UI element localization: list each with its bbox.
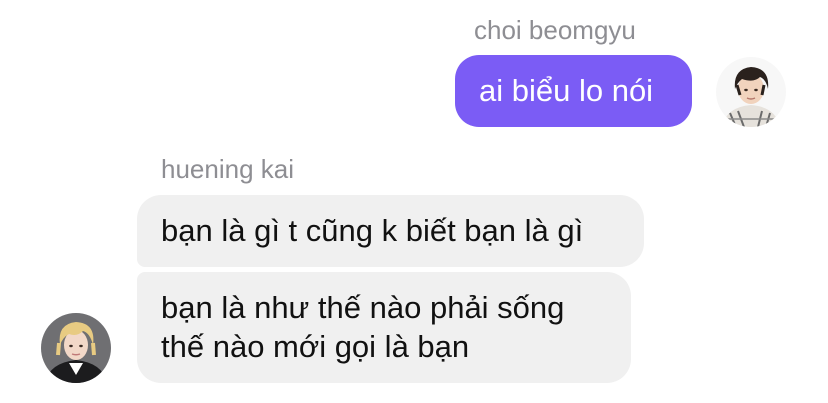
beomgyu-avatar-icon[interactable] [716, 57, 786, 127]
outgoing-message-text: ai biểu lo nói [479, 73, 654, 108]
hueningkai-avatar-icon[interactable] [41, 313, 111, 383]
incoming-message-text: bạn là gì t cũng k biết bạn là gì [161, 213, 584, 248]
outgoing-message-bubble[interactable]: ai biểu lo nói [455, 55, 692, 127]
incoming-sender-name: huening kai [161, 154, 294, 184]
chat-screen: { "outgoing": { "sender_name": "choi beo… [0, 0, 828, 403]
outgoing-sender-name: choi beomgyu [474, 15, 636, 45]
incoming-message-line: thế nào mới gọi là bạn [161, 329, 470, 364]
incoming-message-line: bạn là như thế nào phải sống [161, 290, 565, 325]
incoming-message-bubble[interactable]: bạn là gì t cũng k biết bạn là gì [137, 195, 644, 267]
incoming-message-bubble[interactable]: bạn là như thế nào phải sống thế nào mới… [137, 272, 631, 383]
